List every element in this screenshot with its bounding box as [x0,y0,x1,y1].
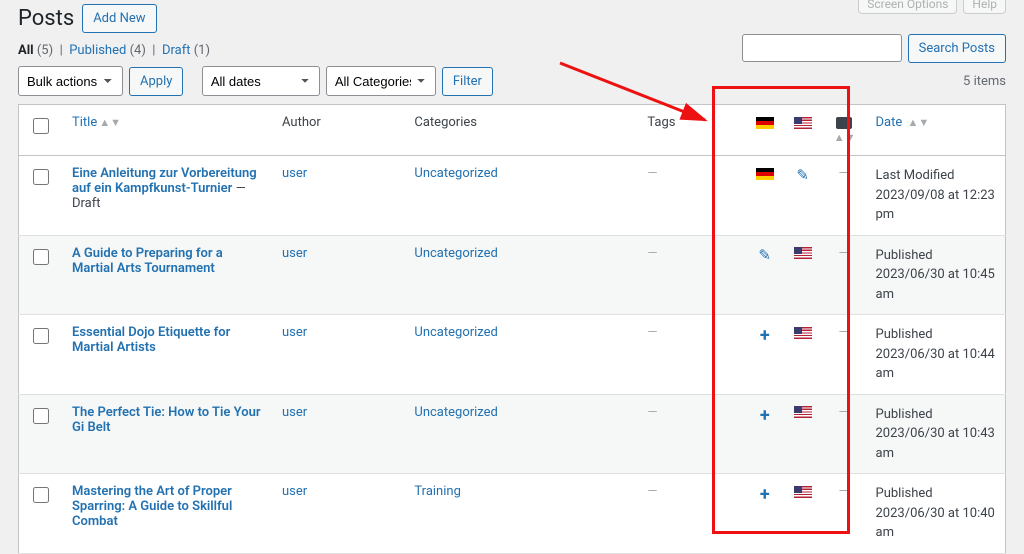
col-author: Author [272,105,404,156]
table-row: A Guide to Preparing for a Martial Arts … [19,235,1006,315]
table-row: Essential Dojo Etiquette for Martial Art… [19,315,1006,395]
plus-icon[interactable]: + [760,405,770,426]
table-row: Mastering the Art of Proper Sparring: A … [19,474,1006,554]
date-value: 2023/06/30 at 10:43 am [876,426,995,461]
germany-flag-icon [756,117,774,129]
tags-value: — [647,166,657,181]
select-all-checkbox[interactable] [33,118,49,134]
comments-icon [836,117,852,129]
category-link[interactable]: Uncategorized [414,325,497,340]
tags-value: — [647,405,657,420]
date-label: Last Modified [876,168,955,183]
post-title-link[interactable]: Essential Dojo Etiquette for Martial Art… [72,325,230,355]
row-checkbox[interactable] [33,487,49,503]
bulk-actions-select[interactable]: Bulk actions [18,66,123,96]
category-link[interactable]: Uncategorized [414,405,497,420]
usa-flag-icon[interactable] [794,327,812,339]
date-label: Published [876,407,933,422]
plus-icon[interactable]: + [760,484,770,505]
comments-value: — [839,405,849,420]
filter-button[interactable]: Filter [442,67,493,96]
col-date[interactable]: Date ▲▼ [866,105,1006,156]
col-tags: Tags [637,105,745,156]
help-button[interactable]: Help [963,0,1006,14]
date-value: 2023/06/30 at 10:45 am [876,267,995,302]
col-title[interactable]: Title▲▼ [62,105,272,156]
date-label: Published [876,486,933,501]
post-title-link[interactable]: Eine Anleitung zur Vorbereitung auf ein … [72,166,257,196]
pencil-icon[interactable]: ✎ [758,246,771,264]
table-row: The Perfect Tie: How to Tie Your Gi Belt… [19,394,1006,474]
row-checkbox[interactable] [33,408,49,424]
category-link[interactable]: Uncategorized [414,166,497,181]
filter-draft[interactable]: Draft [162,43,191,58]
tags-value: — [647,246,657,261]
author-link[interactable]: user [282,166,307,181]
germany-flag-icon[interactable] [756,168,774,180]
date-value: 2023/06/30 at 10:44 am [876,347,995,382]
dates-select[interactable]: All dates [202,66,320,96]
table-row: Eine Anleitung zur Vorbereitung auf ein … [19,156,1006,236]
search-button[interactable]: Search Posts [908,34,1006,63]
date-value: 2023/06/30 at 10:40 am [876,506,995,541]
date-label: Published [876,248,933,263]
screen-options-button[interactable]: Screen Options [858,0,957,14]
post-title-link[interactable]: A Guide to Preparing for a Martial Arts … [72,246,223,276]
tags-value: — [647,325,657,340]
col-lang-de [746,105,784,156]
author-link[interactable]: user [282,325,307,340]
categories-select[interactable]: All Categories [326,66,436,96]
post-title-link[interactable]: The Perfect Tie: How to Tie Your Gi Belt [72,405,261,435]
comments-value: — [839,325,849,340]
category-link[interactable]: Uncategorized [414,246,497,261]
search-input[interactable] [742,34,902,62]
usa-flag-icon[interactable] [794,486,812,498]
add-new-button[interactable]: Add New [82,4,156,33]
row-checkbox[interactable] [33,249,49,265]
tags-value: — [647,484,657,499]
col-lang-us [784,105,822,156]
apply-button[interactable]: Apply [129,67,183,96]
author-link[interactable]: user [282,246,307,261]
filter-published[interactable]: Published [69,43,126,58]
page-title: Posts [18,6,74,31]
usa-flag-icon[interactable] [794,406,812,418]
comments-value: — [839,484,849,499]
usa-flag-icon [794,117,812,129]
category-link[interactable]: Training [414,484,460,499]
items-count: 5 items [963,74,1006,89]
author-link[interactable]: user [282,484,307,499]
posts-table: Title▲▼ Author Categories Tags ▲▼ Date ▲… [18,104,1006,554]
filter-all[interactable]: All [18,43,34,58]
author-link[interactable]: user [282,405,307,420]
plus-icon[interactable]: + [760,325,770,346]
usa-flag-icon[interactable] [794,247,812,259]
row-checkbox[interactable] [33,169,49,185]
date-label: Published [876,327,933,342]
comments-value: — [839,166,849,181]
date-value: 2023/09/08 at 12:23 pm [876,188,995,223]
col-categories: Categories [404,105,637,156]
pencil-icon[interactable]: ✎ [796,166,809,184]
row-checkbox[interactable] [33,328,49,344]
post-title-link[interactable]: Mastering the Art of Proper Sparring: A … [72,484,232,529]
col-comments[interactable]: ▲▼ [822,105,866,156]
comments-value: — [839,246,849,261]
